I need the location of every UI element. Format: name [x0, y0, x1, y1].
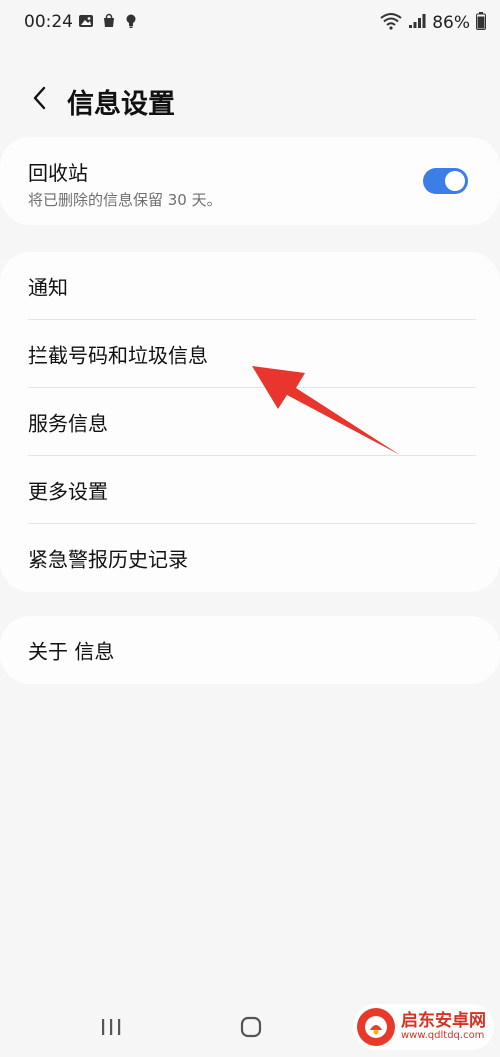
menu-item-label: 紧急警报历史记录 [28, 547, 188, 572]
about-card[interactable]: 关于 信息 [0, 616, 500, 684]
system-icons: 86% [380, 12, 486, 34]
status-bar: 00:24 86% [0, 0, 500, 46]
recent-apps-button[interactable] [89, 1014, 133, 1044]
recycle-bin-title: 回收站 [28, 161, 88, 185]
shopping-bag-icon [101, 13, 117, 33]
chevron-left-icon [30, 85, 50, 115]
screen: 00:24 86% 信息设置 回收站 将已删除的信息保留 30 天。 通知 拦截… [0, 0, 500, 1057]
recycle-bin-subtitle: 将已删除的信息保留 30 天。 [28, 191, 222, 209]
recycle-bin-toggle[interactable] [423, 168, 468, 194]
back-button[interactable] [20, 80, 60, 120]
notification-icons [78, 13, 138, 33]
gallery-icon [78, 13, 94, 33]
home-button[interactable] [229, 1014, 273, 1044]
about-label: 关于 信息 [28, 639, 115, 664]
menu-item-label: 拦截号码和垃圾信息 [28, 343, 208, 368]
menu-item-label: 通知 [28, 275, 68, 300]
menu-item-label: 服务信息 [28, 411, 108, 436]
menu-item-notifications[interactable]: 通知 [0, 252, 500, 320]
lightbulb-icon [124, 13, 138, 33]
watermark: 启东安卓网 www.qdltdq.com [353, 1004, 494, 1050]
menu-item-block-numbers-spam[interactable]: 拦截号码和垃圾信息 [0, 320, 500, 388]
app-header: 信息设置 [0, 72, 500, 128]
status-time: 00:24 [24, 12, 73, 32]
settings-menu-card: 通知 拦截号码和垃圾信息 服务信息 更多设置 紧急警报历史记录 [0, 252, 500, 592]
menu-item-label: 更多设置 [28, 479, 108, 504]
watermark-text: 启东安卓网 www.qdltdq.com [401, 1010, 486, 1041]
menu-item-more-settings[interactable]: 更多设置 [0, 456, 500, 524]
menu-item-emergency-alert-history[interactable]: 紧急警报历史记录 [0, 524, 500, 592]
page-title: 信息设置 [67, 89, 175, 120]
signal-icon [408, 13, 426, 33]
recycle-bin-card[interactable]: 回收站 将已删除的信息保留 30 天。 [0, 137, 500, 225]
watermark-name: 启东安卓网 [401, 1010, 486, 1031]
battery-icon [476, 12, 486, 34]
toggle-knob [445, 171, 465, 191]
wifi-icon [380, 12, 402, 34]
recent-apps-icon [100, 1018, 122, 1040]
watermark-logo-icon [357, 1008, 395, 1046]
menu-item-service-messages[interactable]: 服务信息 [0, 388, 500, 456]
watermark-url: www.qdltdq.com [401, 1029, 485, 1041]
home-icon [240, 1016, 262, 1042]
battery-percent: 86% [432, 13, 470, 33]
